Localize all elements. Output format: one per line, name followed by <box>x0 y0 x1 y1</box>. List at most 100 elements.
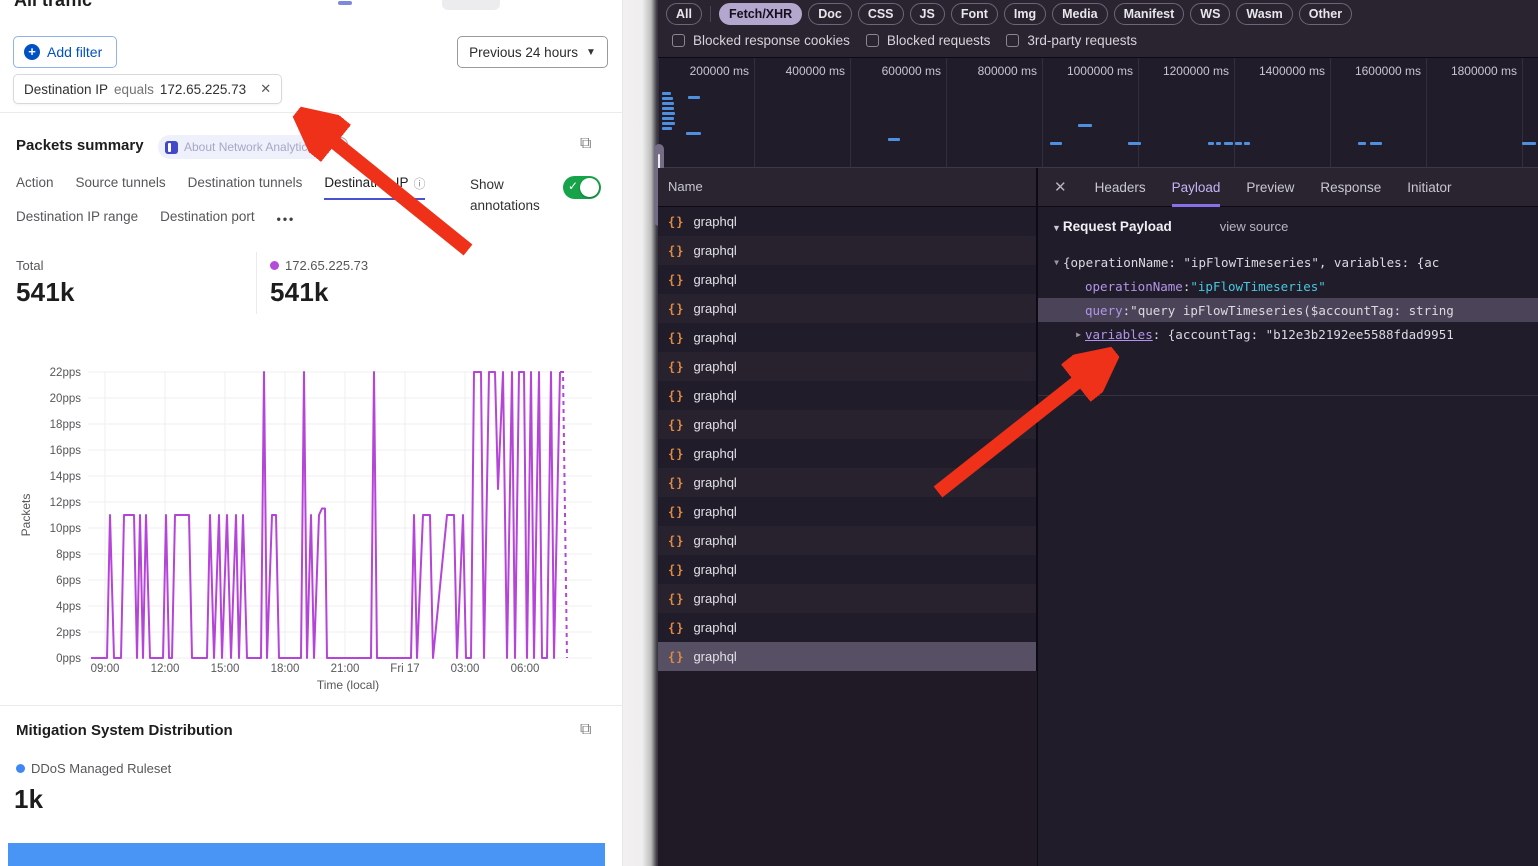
checkbox-box-icon <box>1006 34 1019 47</box>
tab-more[interactable]: ••• <box>277 209 296 232</box>
request-row[interactable]: {}graphql <box>658 439 1037 468</box>
request-row[interactable]: {}graphql <box>658 555 1037 584</box>
json-braces-icon: {} <box>668 273 684 287</box>
network-overview-timeline[interactable]: 200000 ms400000 ms600000 ms800000 ms1000… <box>658 58 1538 168</box>
request-row[interactable]: {}graphql <box>658 613 1037 642</box>
filter-pill-js[interactable]: JS <box>910 3 945 25</box>
filter-pill-other[interactable]: Other <box>1299 3 1352 25</box>
checkbox-blocked-requests[interactable]: Blocked requests <box>866 33 991 48</box>
timeline-request-mark <box>1078 124 1092 127</box>
triangle-right-icon[interactable]: ▶ <box>1072 330 1085 339</box>
network-filter-pills: All Fetch/XHR Doc CSS JS Font Img Media Manifest… <box>666 3 1352 25</box>
filter-pill-all[interactable]: All <box>666 3 702 25</box>
svg-text:09:00: 09:00 <box>91 663 120 675</box>
time-range-dropdown[interactable]: Previous 24 hours ▼ <box>457 36 608 68</box>
tab-action[interactable]: Action <box>16 175 54 200</box>
request-row[interactable]: {}graphql <box>658 410 1037 439</box>
json-braces-icon: {} <box>668 476 684 490</box>
payload-line[interactable]: query: "query ipFlowTimeseries($accountT… <box>1038 298 1538 322</box>
request-row[interactable]: {}graphql <box>658 642 1037 671</box>
filter-pill-media[interactable]: Media <box>1052 3 1107 25</box>
payload-line[interactable]: ▼{operationName: "ipFlowTimeseries", var… <box>1038 250 1538 274</box>
timeline-column: 1400000 ms <box>1234 58 1330 168</box>
filter-pill-css[interactable]: CSS <box>858 3 904 25</box>
request-row[interactable]: {}graphql <box>658 236 1037 265</box>
expand-card-icon[interactable]: ⧉ <box>580 136 591 152</box>
checkbox-box-icon <box>866 34 879 47</box>
json-braces-icon: {} <box>668 302 684 316</box>
request-row[interactable]: {}graphql <box>658 381 1037 410</box>
filter-pill-doc[interactable]: Doc <box>808 3 852 25</box>
filter-pill-wasm[interactable]: Wasm <box>1236 3 1292 25</box>
request-row[interactable]: {}graphql <box>658 526 1037 555</box>
remove-filter-icon[interactable]: ✕ <box>260 81 271 97</box>
tab-destination-tunnels[interactable]: Destination tunnels <box>188 175 303 200</box>
filter-pill-fetch-xhr[interactable]: Fetch/XHR <box>719 3 802 25</box>
timeline-request-mark <box>662 107 674 110</box>
svg-text:21:00: 21:00 <box>331 663 360 675</box>
network-filter-toolbar: All Fetch/XHR Doc CSS JS Font Img Media Manifest… <box>658 0 1538 58</box>
svg-text:14pps: 14pps <box>50 471 82 483</box>
checkbox-blocked-response-cookies[interactable]: Blocked response cookies <box>672 33 850 48</box>
request-row[interactable]: {}graphql <box>658 265 1037 294</box>
show-annotations-toggle[interactable]: ✓ <box>563 176 601 199</box>
detail-separator <box>1038 395 1538 396</box>
stat-destination-ip: 172.65.225.73 541k <box>270 258 368 308</box>
timeline-request-mark <box>662 127 672 130</box>
mitigation-legend-label: DDoS Managed Ruleset <box>31 761 171 776</box>
request-row[interactable]: {}graphql <box>658 497 1037 526</box>
timeline-request-mark <box>686 132 701 135</box>
request-row[interactable]: {}graphql <box>658 352 1037 381</box>
timeline-request-mark <box>662 117 674 120</box>
request-payload-section[interactable]: ▼Request Payload <box>1052 219 1172 234</box>
request-row[interactable]: {}graphql <box>658 323 1037 352</box>
history-clock-icon <box>333 137 348 152</box>
detail-tab-payload[interactable]: Payload <box>1172 168 1221 207</box>
request-name: graphql <box>693 562 736 577</box>
filter-pill-font[interactable]: Font <box>951 3 998 25</box>
top-edge-remnant <box>338 1 352 5</box>
filter-pill-manifest[interactable]: Manifest <box>1114 3 1185 25</box>
timeline-column: 1800000 ms <box>1426 58 1522 168</box>
view-source-link[interactable]: view source <box>1220 219 1289 234</box>
svg-text:4pps: 4pps <box>56 601 81 613</box>
payload-line[interactable]: operationName: "ipFlowTimeseries" <box>1038 274 1538 298</box>
triangle-down-icon[interactable]: ▼ <box>1050 258 1063 267</box>
request-row[interactable]: {}graphql <box>658 584 1037 613</box>
detail-tab-initiator[interactable]: Initiator <box>1407 168 1451 207</box>
payload-key: query <box>1085 303 1123 318</box>
filter-pill-ws[interactable]: WS <box>1190 3 1230 25</box>
tab-source-tunnels[interactable]: Source tunnels <box>76 175 166 200</box>
requests-table-header[interactable]: Name <box>658 168 1037 207</box>
json-braces-icon: {} <box>668 650 684 664</box>
timeline-request-mark <box>888 138 900 141</box>
checkbox-3rd-party-requests[interactable]: 3rd-party requests <box>1006 33 1137 48</box>
tab-destination-ip-range[interactable]: Destination IP range <box>16 209 138 232</box>
detail-tab-headers[interactable]: Headers <box>1095 168 1146 207</box>
close-icon[interactable]: ✕ <box>1054 178 1067 196</box>
request-row[interactable]: {}graphql <box>658 468 1037 497</box>
detail-tab-response[interactable]: Response <box>1320 168 1381 207</box>
detail-tab-preview[interactable]: Preview <box>1246 168 1294 207</box>
svg-text:0pps: 0pps <box>56 653 81 665</box>
payload-plain: : <box>1123 303 1131 318</box>
tab-destination-ip[interactable]: Destination IPⓘ <box>324 175 425 200</box>
filter-chip[interactable]: Destination IP equals 172.65.225.73 ✕ <box>13 74 282 104</box>
svg-text:06:00: 06:00 <box>511 663 540 675</box>
filter-pill-img[interactable]: Img <box>1004 3 1046 25</box>
expand-card-icon[interactable]: ⧉ <box>580 722 591 738</box>
payload-line[interactable]: ▶variables: {accountTag: "b12e3b2192ee55… <box>1038 322 1538 346</box>
show-annotations-label: Show annotations <box>470 175 556 217</box>
about-network-analytics-badge[interactable]: About Network Analytics <box>158 135 325 159</box>
request-row[interactable]: {}graphql <box>658 207 1037 236</box>
request-name: graphql <box>693 417 736 432</box>
svg-text:10pps: 10pps <box>50 523 82 535</box>
tab-destination-port[interactable]: Destination port <box>160 209 255 232</box>
timeline-column: 800000 ms <box>946 58 1042 168</box>
json-braces-icon: {} <box>668 331 684 345</box>
svg-text:Fri 17: Fri 17 <box>390 663 419 675</box>
svg-text:8pps: 8pps <box>56 549 81 561</box>
add-filter-button[interactable]: + Add filter <box>13 36 117 68</box>
request-row[interactable]: {}graphql <box>658 294 1037 323</box>
timeline-request-mark <box>1208 142 1214 145</box>
